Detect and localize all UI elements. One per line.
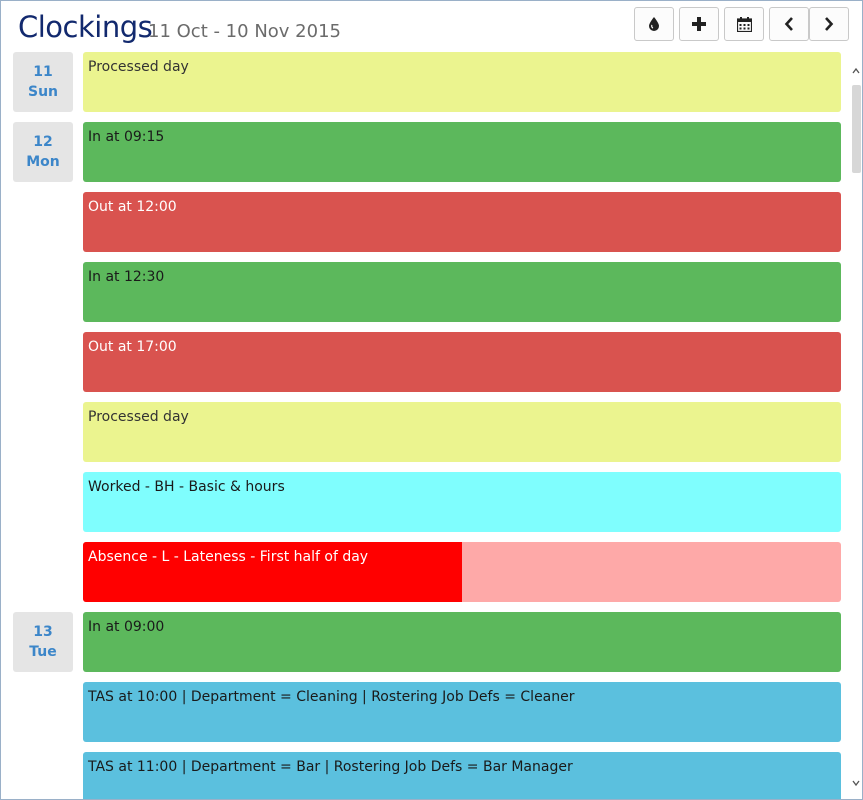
previous-button[interactable]	[769, 7, 809, 41]
plus-icon	[692, 17, 706, 31]
day-weekday: Sun	[27, 84, 59, 100]
entry-label: Out at 12:00	[88, 199, 177, 215]
clocking-entry[interactable]: Out at 17:00	[83, 332, 841, 392]
entry-label: In at 12:30	[88, 269, 165, 285]
day-number: 13	[33, 624, 53, 640]
clocking-entry[interactable]: In at 09:15	[83, 122, 841, 182]
day-badge-mon[interactable]: 12 Mon	[13, 122, 73, 182]
clocking-entry[interactable]: TAS at 10:00 | Department = Cleaning | R…	[83, 682, 841, 742]
day-badge-sun[interactable]: 11 Sun	[13, 52, 73, 112]
calendar-button[interactable]	[724, 7, 764, 41]
day-badge-tue[interactable]: 13 Tue	[13, 612, 73, 672]
entry-label: Worked - BH - Basic & hours	[88, 479, 285, 495]
clocking-entry[interactable]: Processed day	[83, 402, 841, 462]
entry-label: Processed day	[88, 409, 189, 425]
add-button[interactable]	[679, 7, 719, 41]
scroll-down-icon[interactable]	[852, 779, 860, 787]
clockings-list[interactable]: 11 Sun 12 Mon 13 Tue Processed day In at…	[1, 49, 862, 799]
page-title: Clockings	[18, 10, 153, 44]
vertical-scrollbar[interactable]	[850, 63, 862, 799]
date-range: 11 Oct - 10 Nov 2015	[148, 21, 341, 42]
clocking-entry[interactable]: Processed day	[83, 52, 841, 112]
clocking-entry[interactable]: Worked - BH - Basic & hours	[83, 472, 841, 532]
header: Clockings 11 Oct - 10 Nov 2015	[1, 1, 862, 49]
entry-label: TAS at 10:00 | Department = Cleaning | R…	[88, 689, 575, 705]
day-number: 11	[33, 64, 53, 80]
day-weekday: Tue	[29, 644, 57, 660]
colour-button[interactable]	[634, 7, 674, 41]
entry-label: Absence - L - Lateness - First half of d…	[88, 549, 369, 565]
entry-label: Processed day	[88, 59, 189, 75]
entry-label: In at 09:15	[88, 129, 165, 145]
day-number: 12	[33, 134, 53, 150]
entry-label: Out at 17:00	[88, 339, 177, 355]
clocking-entry[interactable]: TAS at 11:00 | Department = Bar | Roster…	[83, 752, 841, 799]
drop-icon	[649, 17, 659, 31]
day-weekday: Mon	[26, 154, 60, 170]
clocking-entry[interactable]: In at 09:00	[83, 612, 841, 672]
chevron-right-icon	[825, 17, 834, 31]
scroll-up-icon[interactable]	[852, 67, 860, 75]
absence-entry[interactable]: Absence - L - Lateness - First half of d…	[83, 542, 841, 602]
next-button[interactable]	[809, 7, 849, 41]
clocking-entry[interactable]: In at 12:30	[83, 262, 841, 322]
entry-label: In at 09:00	[88, 619, 165, 635]
scrollbar-thumb[interactable]	[852, 85, 861, 173]
entry-label: TAS at 11:00 | Department = Bar | Roster…	[88, 759, 573, 775]
clockings-window: Clockings 11 Oct - 10 Nov 2015 11 Sun 12…	[0, 0, 863, 800]
clocking-entry[interactable]: Out at 12:00	[83, 192, 841, 252]
chevron-left-icon	[784, 17, 793, 31]
calendar-icon	[736, 16, 752, 32]
